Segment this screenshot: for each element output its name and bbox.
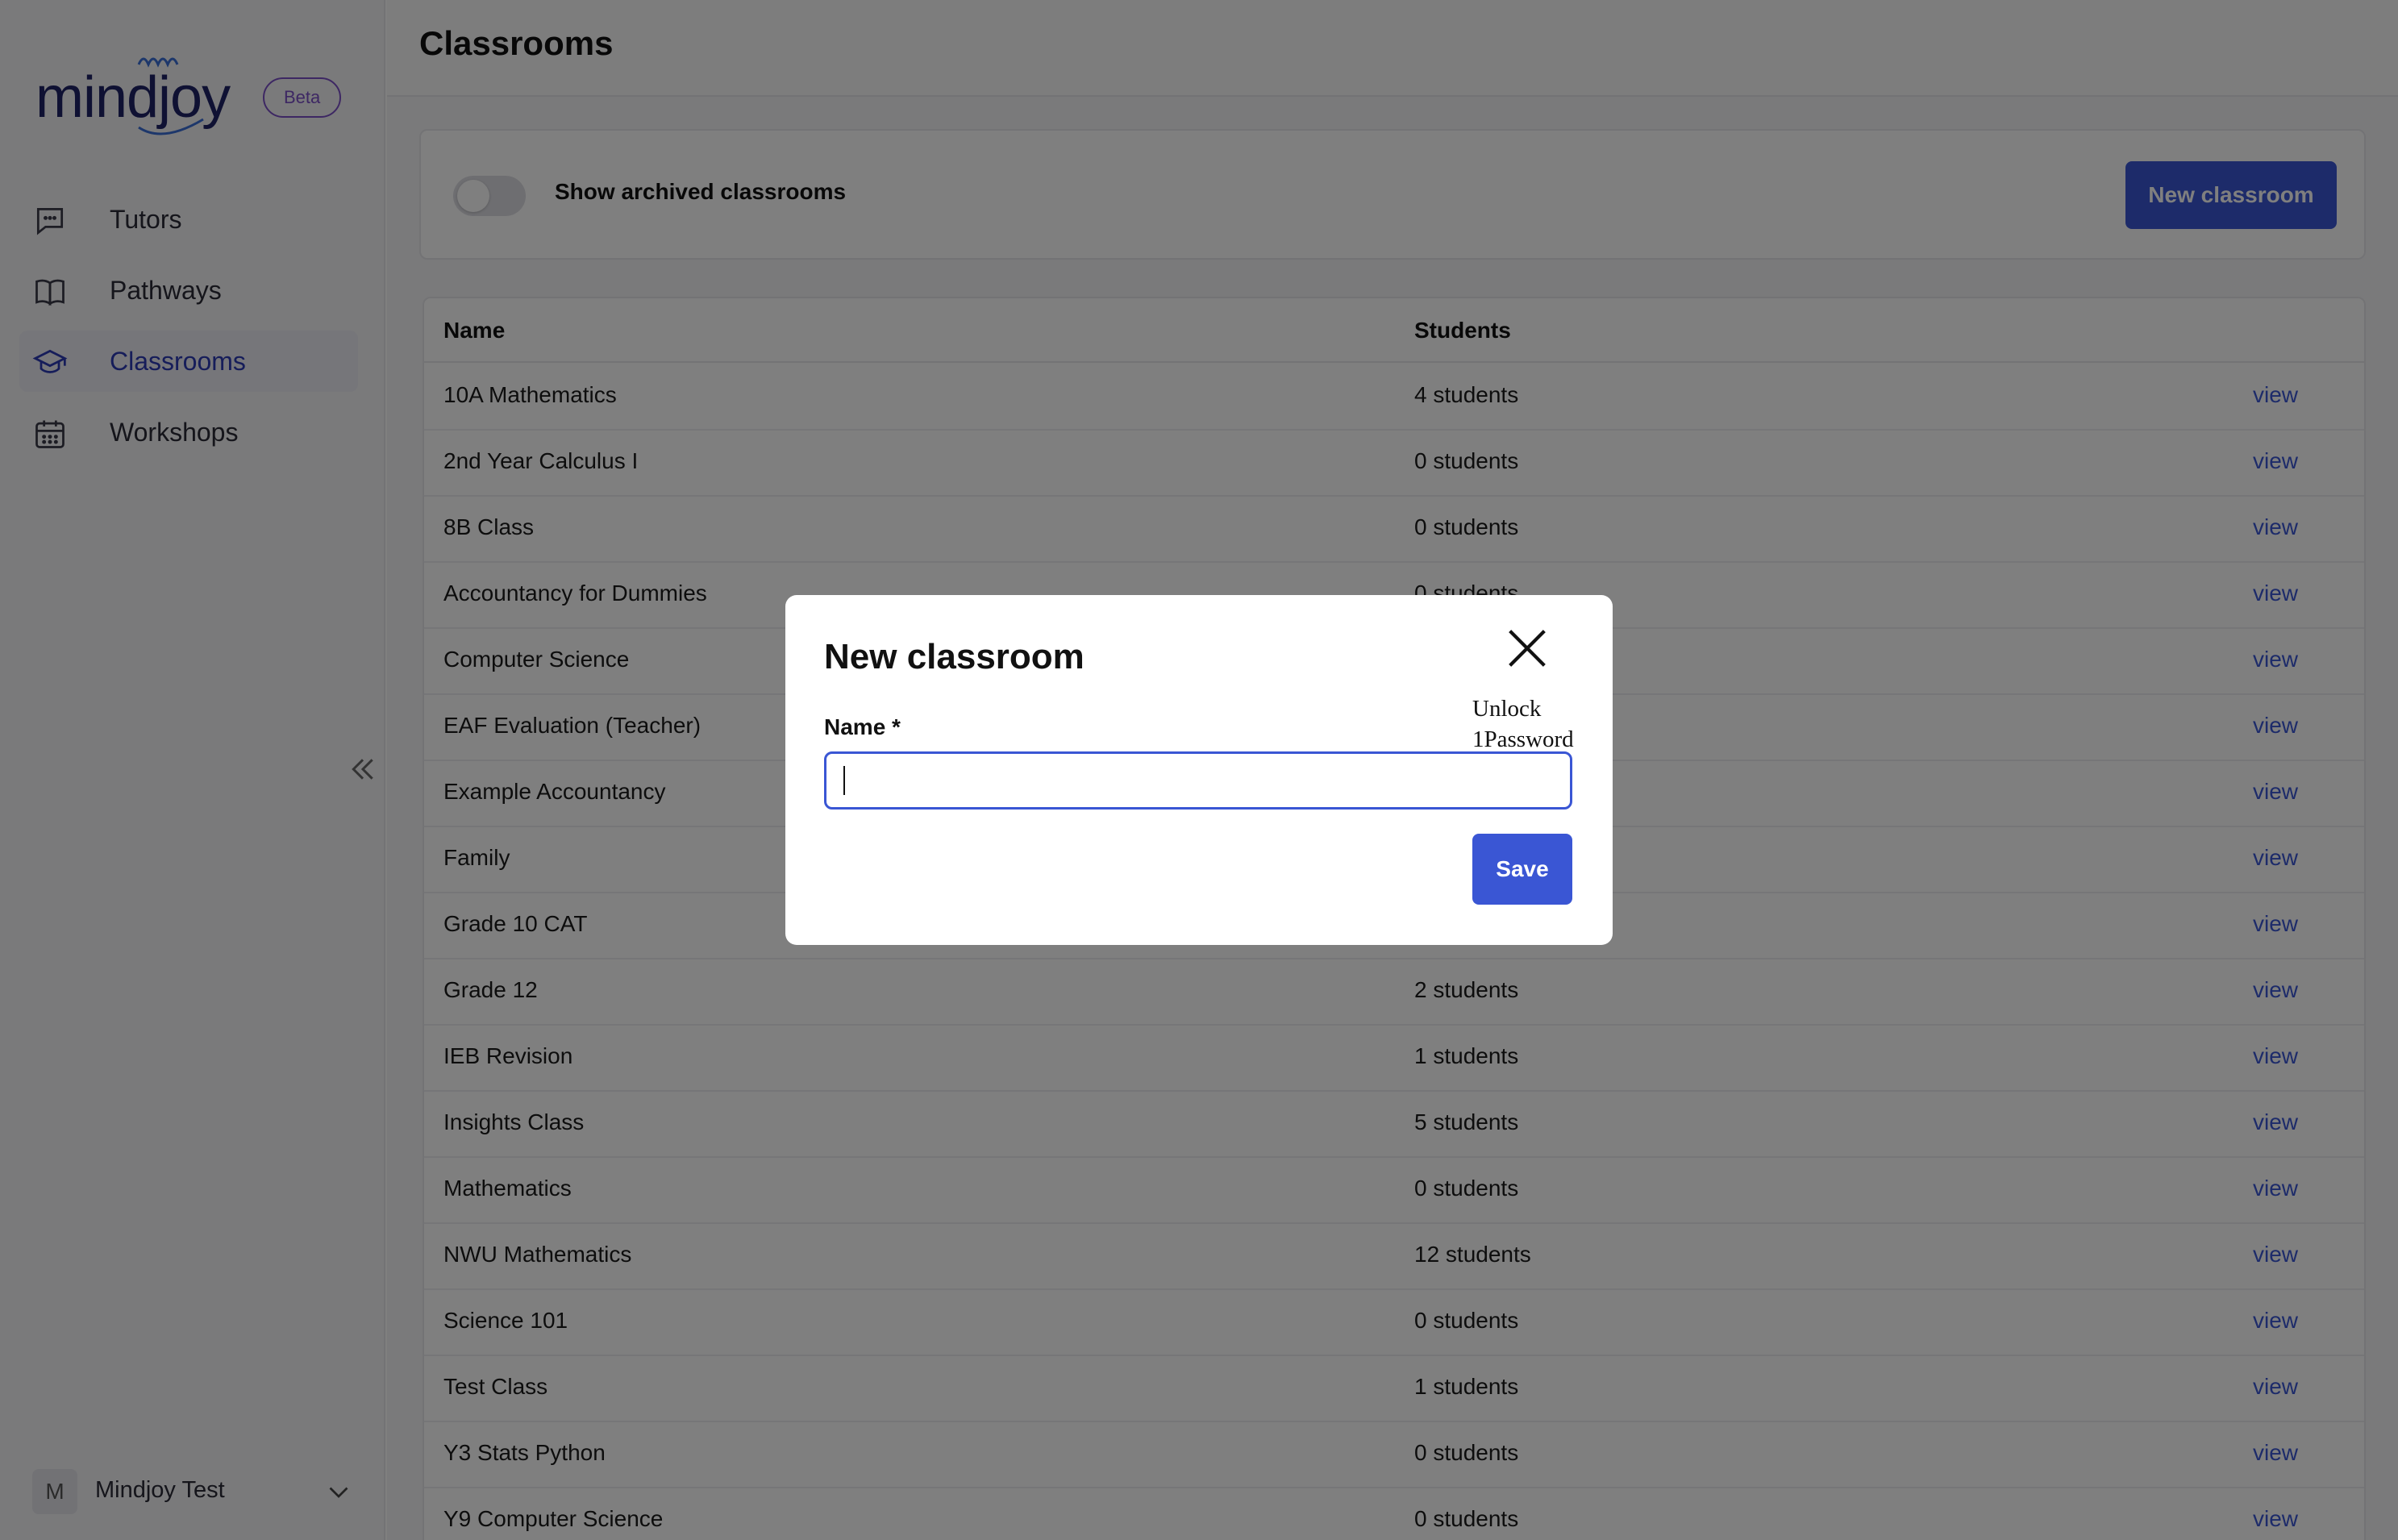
password-hint-line: Unlock xyxy=(1472,696,1542,722)
password-manager-hint[interactable]: Unlock 1Password xyxy=(1472,693,1574,755)
dialog-title: New classroom xyxy=(824,637,1085,676)
classroom-name-input[interactable] xyxy=(824,751,1572,810)
close-icon[interactable] xyxy=(1501,622,1553,674)
save-button[interactable]: Save xyxy=(1472,834,1572,905)
app-root: mindjoy Beta Tutors Pathways Classroo xyxy=(0,0,2398,1540)
text-caret xyxy=(843,766,845,795)
new-classroom-dialog: New classroom Name * Unlock 1Password Sa… xyxy=(785,595,1613,945)
name-field-label: Name * xyxy=(824,714,901,739)
password-hint-line: 1Password xyxy=(1472,726,1574,752)
